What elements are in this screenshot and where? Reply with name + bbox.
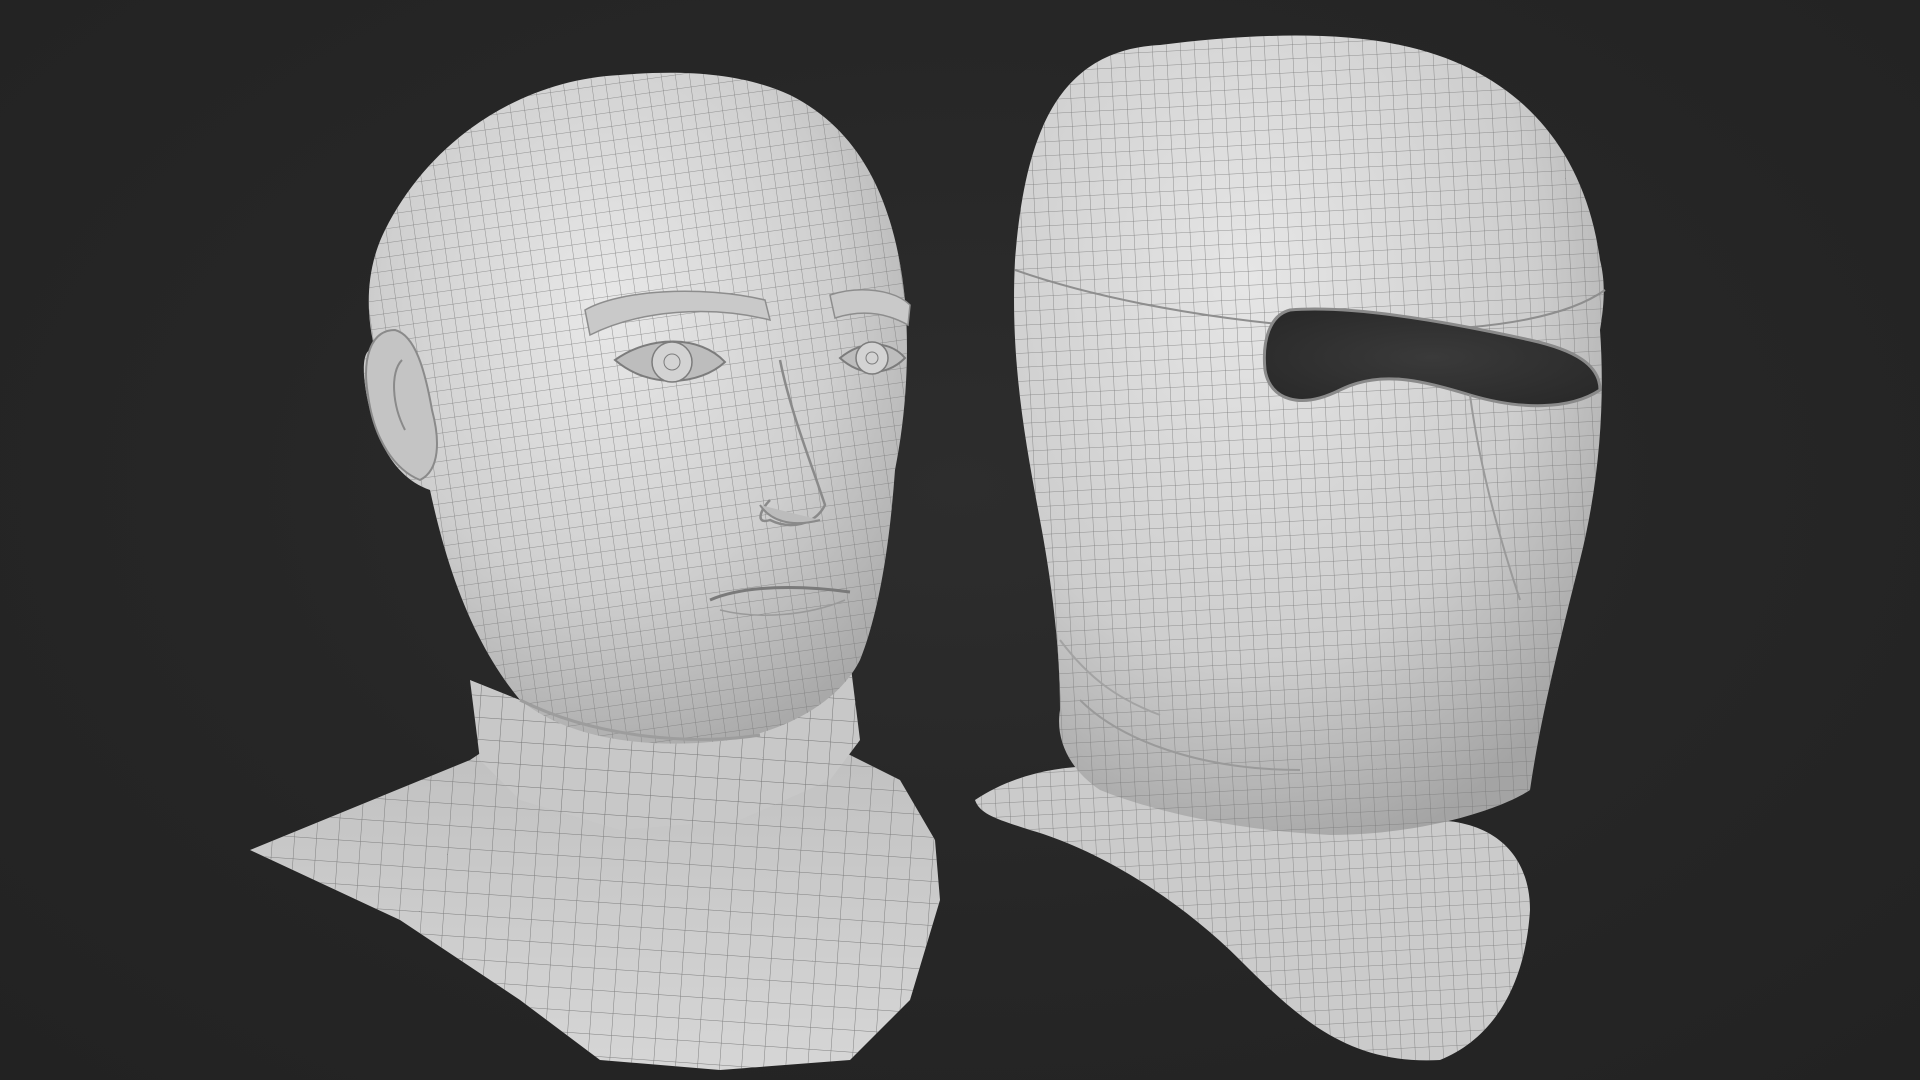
models-render: [250, 35, 1606, 1070]
head-bust-model: [250, 72, 940, 1070]
balaclava-model: [975, 35, 1606, 1061]
render-viewport: [0, 0, 1920, 1080]
